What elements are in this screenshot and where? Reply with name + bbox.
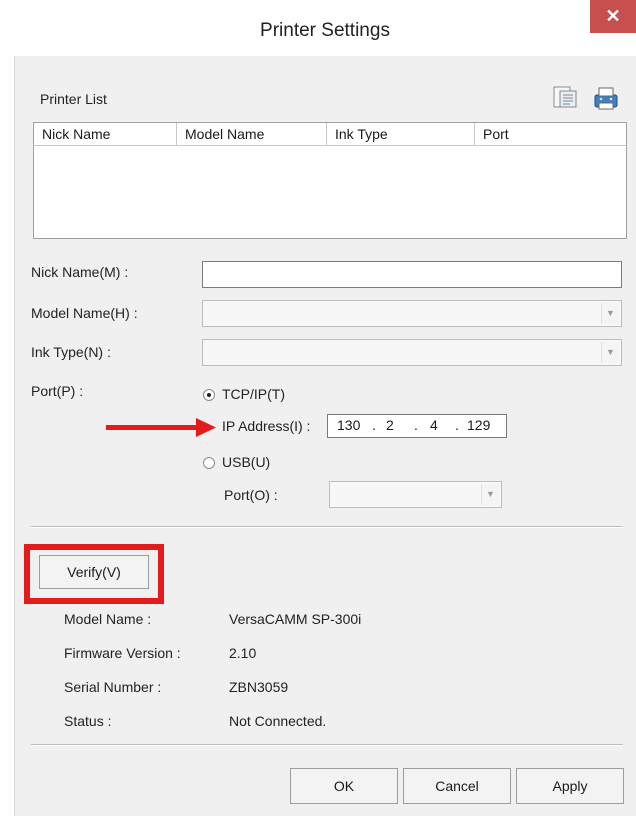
close-button[interactable]: ✕ bbox=[590, 0, 636, 33]
tcpip-label[interactable]: TCP/IP(T) bbox=[222, 386, 285, 402]
divider bbox=[31, 744, 623, 746]
model-name-dropdown[interactable]: ▼ bbox=[202, 300, 622, 327]
ok-button[interactable]: OK bbox=[290, 768, 398, 804]
title-bar: Printer Settings ✕ bbox=[14, 0, 636, 56]
column-header-nick-name[interactable]: Nick Name bbox=[34, 123, 177, 146]
column-header-ink-type[interactable]: Ink Type bbox=[327, 123, 475, 146]
info-firmware-label: Firmware Version : bbox=[64, 645, 181, 661]
red-arrow-annotation bbox=[106, 418, 216, 437]
info-serial-value: ZBN3059 bbox=[229, 679, 289, 695]
cancel-button[interactable]: Cancel bbox=[403, 768, 511, 804]
apply-button[interactable]: Apply bbox=[516, 768, 624, 804]
info-firmware-value: 2.10 bbox=[229, 645, 257, 661]
close-icon: ✕ bbox=[605, 6, 621, 26]
column-header-model-name[interactable]: Model Name bbox=[177, 123, 327, 146]
info-model-name-label: Model Name : bbox=[64, 611, 152, 627]
usb-port-dropdown[interactable]: ▼ bbox=[329, 481, 502, 508]
ip-octet-1[interactable]: 130 bbox=[337, 417, 360, 433]
nick-name-field[interactable] bbox=[202, 261, 622, 288]
ip-address-label: IP Address(I) : bbox=[222, 418, 311, 434]
port-label: Port(P) : bbox=[31, 383, 84, 399]
model-name-label: Model Name(H) : bbox=[31, 305, 138, 321]
printer-list-label: Printer List bbox=[40, 91, 107, 107]
chevron-down-icon: ▼ bbox=[481, 484, 499, 505]
ip-octet-3[interactable]: 4 bbox=[430, 417, 438, 433]
ip-octet-4[interactable]: 129 bbox=[467, 417, 490, 433]
usb-radio[interactable] bbox=[203, 457, 215, 469]
info-model-name-value: VersaCAMM SP-300i bbox=[229, 611, 362, 627]
printer-properties-icon[interactable] bbox=[551, 84, 579, 110]
window-title: Printer Settings bbox=[260, 20, 390, 41]
info-serial-label: Serial Number : bbox=[64, 679, 162, 695]
chevron-down-icon: ▼ bbox=[601, 303, 619, 324]
tcpip-radio[interactable] bbox=[203, 389, 215, 401]
info-status-value: Not Connected. bbox=[229, 713, 327, 729]
column-header-port[interactable]: Port bbox=[475, 123, 626, 146]
printer-list[interactable]: Nick Name Model Name Ink Type Port bbox=[33, 122, 627, 239]
usb-label[interactable]: USB(U) bbox=[222, 454, 270, 470]
ip-address-field[interactable]: 130 . 2 . 4 . 129 bbox=[327, 414, 507, 438]
usb-port-label: Port(O) : bbox=[224, 487, 278, 503]
info-status-label: Status : bbox=[64, 713, 112, 729]
verify-highlight-annotation bbox=[24, 544, 164, 604]
printer-network-icon[interactable] bbox=[591, 84, 619, 110]
chevron-down-icon: ▼ bbox=[601, 342, 619, 363]
ink-type-label: Ink Type(N) : bbox=[31, 344, 111, 360]
ink-type-dropdown[interactable]: ▼ bbox=[202, 339, 622, 366]
nick-name-label: Nick Name(M) : bbox=[31, 264, 129, 280]
ip-octet-2[interactable]: 2 bbox=[386, 417, 394, 433]
divider bbox=[31, 526, 623, 528]
